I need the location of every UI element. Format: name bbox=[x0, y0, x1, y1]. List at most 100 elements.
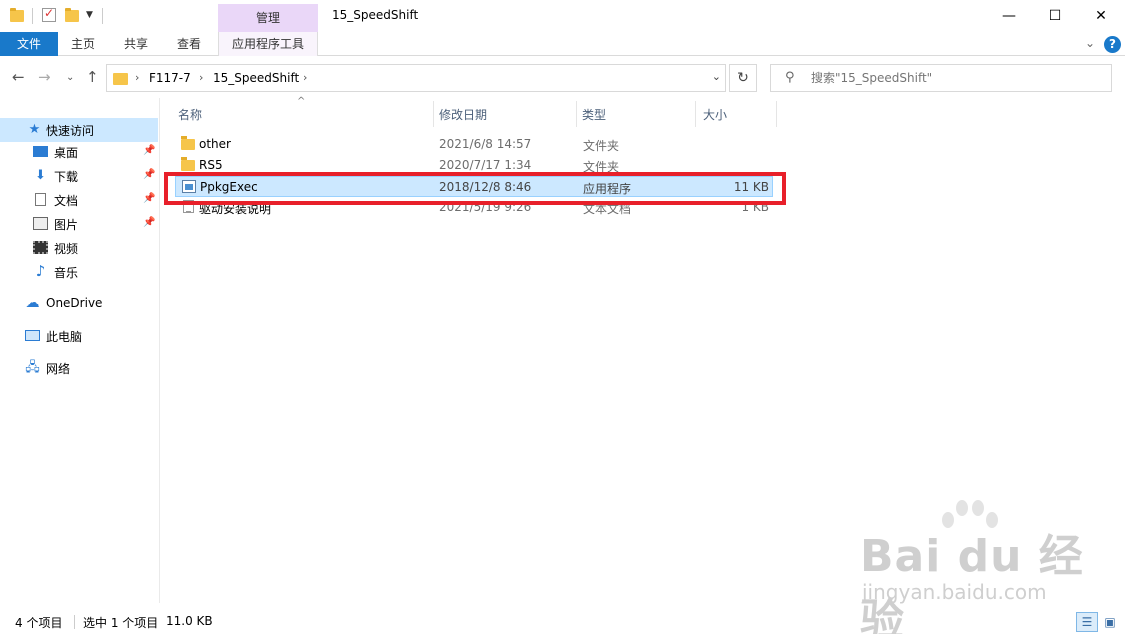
expand-ribbon-icon[interactable]: ⌄ bbox=[1085, 36, 1095, 50]
title-bar: ▼ 管理 15_SpeedShift — ☐ ✕ bbox=[0, 0, 1125, 32]
tab-file[interactable]: 文件 bbox=[0, 32, 58, 56]
file-name: 驱动安装说明 bbox=[199, 202, 272, 216]
help-icon[interactable]: ? bbox=[1104, 36, 1121, 53]
file-type: 文本文档 bbox=[583, 202, 632, 216]
search-input[interactable] bbox=[811, 71, 1101, 85]
manage-contextual-tab[interactable]: 管理 bbox=[218, 4, 318, 32]
pin-icon[interactable]: 📌 bbox=[143, 169, 155, 180]
file-name: PpkgExec bbox=[200, 180, 258, 194]
properties-icon[interactable] bbox=[42, 6, 56, 22]
sidebar-item-desktop[interactable]: 桌面 📌 bbox=[0, 140, 158, 164]
chevron-right-icon[interactable]: › bbox=[303, 71, 307, 84]
forward-icon[interactable]: → bbox=[38, 68, 51, 86]
file-row-selected[interactable]: PpkgExec 2018/12/8 8:46 应用程序 11 KB bbox=[175, 176, 773, 197]
divider bbox=[102, 8, 103, 24]
sidebar-item-label: 音乐 bbox=[54, 266, 79, 280]
chevron-right-icon[interactable]: › bbox=[199, 71, 203, 84]
column-label: 大小 bbox=[703, 108, 728, 122]
divider bbox=[74, 615, 75, 629]
customize-toolbar-dropdown-icon[interactable]: ▼ bbox=[86, 10, 93, 20]
text-document-icon bbox=[183, 200, 194, 213]
folder-icon bbox=[113, 73, 128, 85]
desktop-icon bbox=[33, 146, 48, 157]
up-icon[interactable]: ↑ bbox=[86, 68, 99, 86]
application-icon bbox=[182, 180, 196, 193]
selection-count: 选中 1 个项目 bbox=[83, 616, 159, 630]
maximize-button[interactable]: ☐ bbox=[1032, 0, 1078, 32]
column-header-name[interactable]: 名称 bbox=[175, 98, 433, 128]
file-type: 文件夹 bbox=[583, 139, 620, 153]
sidebar-item-this-pc[interactable]: 此电脑 bbox=[0, 324, 158, 348]
breadcrumb-item[interactable]: 15_SpeedShift bbox=[213, 71, 299, 85]
column-label: 名称 bbox=[178, 108, 203, 122]
column-header-type[interactable]: 类型 bbox=[577, 98, 695, 128]
sidebar-item-pictures[interactable]: 图片 📌 bbox=[0, 212, 158, 236]
download-icon: ⬇ bbox=[35, 168, 46, 183]
video-icon bbox=[33, 241, 48, 254]
tab-share[interactable]: 共享 bbox=[110, 32, 162, 56]
sidebar-item-quick-access[interactable]: ★ 快速访问 bbox=[0, 118, 158, 142]
folder-icon bbox=[181, 157, 195, 171]
breadcrumb-item[interactable]: F117-7 bbox=[149, 71, 191, 85]
pin-icon[interactable]: 📌 bbox=[143, 193, 155, 204]
pin-icon[interactable]: 📌 bbox=[143, 217, 155, 228]
tab-view[interactable]: 查看 bbox=[164, 32, 214, 56]
chevron-down-icon[interactable]: ⌄ bbox=[712, 70, 721, 83]
column-header-date[interactable]: 修改日期 bbox=[434, 98, 576, 128]
item-count: 4 个项目 bbox=[15, 616, 63, 630]
file-row[interactable]: other 2021/6/8 14:57 文件夹 bbox=[175, 134, 773, 155]
tab-home[interactable]: 主页 bbox=[58, 32, 108, 56]
folder-icon bbox=[181, 136, 195, 150]
sidebar-item-label: 网络 bbox=[46, 362, 71, 376]
search-icon: ⚲ bbox=[785, 70, 795, 85]
sidebar-item-label: 图片 bbox=[54, 218, 79, 232]
column-label: 类型 bbox=[582, 108, 607, 122]
minimize-button[interactable]: — bbox=[986, 0, 1032, 32]
column-divider[interactable] bbox=[776, 101, 777, 127]
sidebar-item-label: 桌面 bbox=[54, 146, 79, 160]
cloud-icon: ☁ bbox=[25, 295, 40, 311]
file-row[interactable]: RS5 2020/7/17 1:34 文件夹 bbox=[175, 155, 773, 176]
file-name: other bbox=[199, 137, 231, 151]
search-box[interactable]: ⚲ bbox=[770, 64, 1112, 92]
computer-icon bbox=[25, 330, 40, 341]
watermark-url: jingyan.baidu.com bbox=[862, 580, 1047, 604]
sidebar-item-network[interactable]: 🖧 网络 bbox=[0, 356, 158, 380]
file-date: 2020/7/17 1:34 bbox=[439, 158, 532, 172]
tab-application-tools[interactable]: 应用程序工具 bbox=[218, 32, 318, 56]
large-icons-view-icon[interactable]: ▣ bbox=[1099, 612, 1121, 632]
sidebar-item-label: 文档 bbox=[54, 194, 79, 208]
divider bbox=[32, 8, 33, 24]
file-date: 2018/12/8 8:46 bbox=[439, 180, 532, 194]
music-icon: ♪ bbox=[35, 262, 46, 280]
details-view-icon[interactable]: ☰ bbox=[1076, 612, 1098, 632]
file-name: RS5 bbox=[199, 158, 223, 172]
column-header-size[interactable]: 大小 bbox=[696, 98, 776, 128]
sidebar-item-documents[interactable]: 文档 📌 bbox=[0, 188, 158, 212]
file-date: 2021/5/19 9:26 bbox=[439, 200, 532, 214]
back-icon[interactable]: ← bbox=[12, 68, 25, 86]
file-row[interactable]: 驱动安装说明 2021/5/19 9:26 文本文档 1 KB bbox=[175, 197, 773, 218]
chevron-right-icon[interactable]: › bbox=[135, 71, 139, 84]
selection-size: 11.0 KB bbox=[166, 614, 213, 628]
baidu-jingyan-watermark: Bai du 经验 jingyan.baidu.com bbox=[860, 500, 1090, 634]
sidebar-item-downloads[interactable]: ⬇ 下载 📌 bbox=[0, 164, 158, 188]
ribbon-tabs: 文件 主页 共享 查看 应用程序工具 ⌄ ? bbox=[0, 32, 1125, 56]
network-icon: 🖧 bbox=[25, 360, 40, 375]
new-folder-icon[interactable] bbox=[65, 8, 79, 22]
close-button[interactable]: ✕ bbox=[1078, 0, 1124, 32]
sidebar-item-onedrive[interactable]: ☁ OneDrive bbox=[0, 292, 158, 316]
document-icon bbox=[35, 193, 46, 206]
folder-icon[interactable] bbox=[10, 8, 24, 22]
sidebar-item-label: 快速访问 bbox=[46, 124, 95, 138]
sidebar-item-videos[interactable]: 视频 bbox=[0, 236, 158, 260]
pin-icon[interactable]: 📌 bbox=[143, 145, 155, 156]
sidebar-item-music[interactable]: ♪ 音乐 bbox=[0, 260, 158, 284]
window-title: 15_SpeedShift bbox=[332, 8, 419, 22]
address-bar[interactable]: › F117-7 › 15_SpeedShift › ⌄ bbox=[106, 64, 726, 92]
sidebar-item-label: OneDrive bbox=[46, 296, 103, 310]
picture-icon bbox=[33, 217, 48, 230]
sidebar-item-label: 下载 bbox=[54, 170, 79, 184]
refresh-button[interactable]: ↻ bbox=[729, 64, 757, 92]
recent-locations-icon[interactable]: ⌄ bbox=[66, 72, 74, 83]
